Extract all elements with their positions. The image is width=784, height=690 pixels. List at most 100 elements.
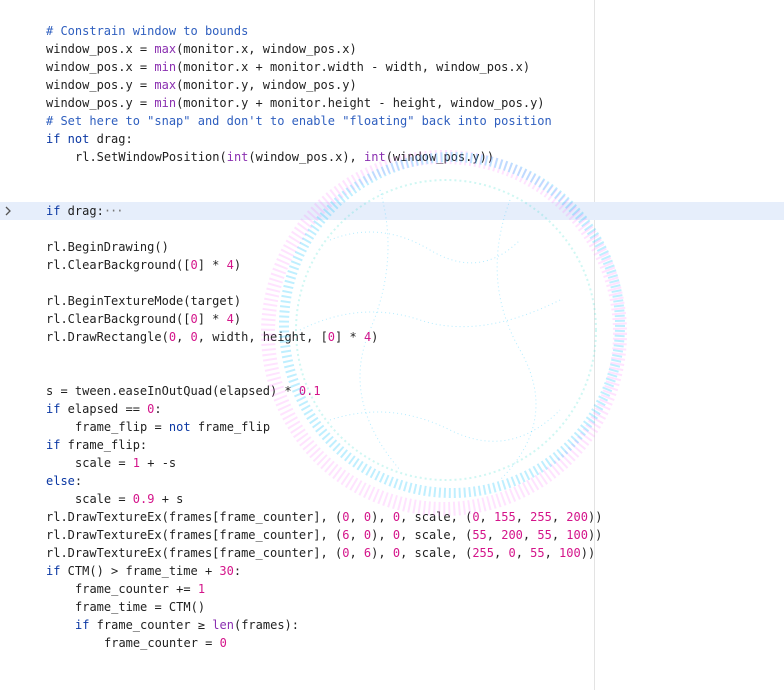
code-line[interactable]: rl.BeginDrawing() [0,238,784,256]
code-line[interactable]: if not drag: [0,130,784,148]
code-text: if elapsed == 0: [46,400,162,418]
code-line[interactable]: if drag:··· [0,202,784,220]
code-text: rl.DrawTextureEx(frames[frame_counter], … [46,508,602,526]
code-token: 4 [226,258,234,272]
code-token: 0 [327,330,336,344]
code-line[interactable]: rl.ClearBackground([0] * 4) [0,310,784,328]
code-token: 30 [219,564,234,578]
code-line[interactable]: rl.DrawRectangle(0, 0, width, height, [0… [0,328,784,346]
code-editor[interactable]: # Constrain window to bounds window_pos.x… [0,0,784,690]
code-line[interactable]: else: [0,472,784,490]
code-line[interactable] [0,166,784,184]
code-text: else: [46,472,82,490]
code-text: window_pos.x = max(monitor.x, window_pos… [46,40,357,58]
code-line[interactable] [0,364,784,382]
code-line[interactable]: if frame_flip: [0,436,784,454]
code-token: (frames): [233,618,299,632]
code-token: if [46,564,61,578]
code-token: elapsed == [60,402,148,416]
code-text: window_pos.y = min(monitor.y + monitor.h… [46,94,545,112]
code-token: rl.DrawTextureEx(frames[frame_counter], … [46,510,343,524]
code-token: , [544,546,560,560]
code-token: frame_counter += [75,582,198,596]
code-token: ] * [335,330,364,344]
code-token: 4 [226,312,234,326]
code-token: : [233,564,242,578]
code-token: int [226,150,249,164]
code-token: rl.SetWindowPosition( [75,150,227,164]
code-line[interactable]: rl.SetWindowPosition(int(window_pos.x), … [0,148,784,166]
code-line[interactable]: window_pos.x = min(monitor.x + monitor.w… [0,58,784,76]
code-line[interactable]: frame_time = CTM() [0,598,784,616]
code-text: frame_flip = not frame_flip [75,418,270,436]
code-token: 255 [530,510,552,524]
code-token: , scale, ( [400,546,473,560]
code-token: frame_counter = [104,636,220,650]
code-line[interactable]: # Set here to "snap" and don't to enable… [0,112,784,130]
code-token: if not [46,132,90,146]
code-token: CTM() > frame_time + [60,564,220,578]
code-line[interactable]: rl.DrawTextureEx(frames[frame_counter], … [0,526,784,544]
code-token: 55 [472,528,487,542]
code-line[interactable]: window_pos.x = max(monitor.x, window_pos… [0,40,784,58]
code-line[interactable]: rl.BeginTextureMode(target) [0,292,784,310]
code-token: ) [233,258,242,272]
code-token: window_pos.x = [46,60,155,74]
code-line[interactable]: scale = 0.9 + s [0,490,784,508]
code-line[interactable]: if frame_counter ≥ len(frames): [0,616,784,634]
code-token: # Set here to "snap" and don't to enable… [46,114,552,128]
code-token: (window_pos.x), [248,150,364,164]
code-token: (monitor.y, window_pos.y) [176,78,357,92]
code-line[interactable]: if CTM() > frame_time + 30: [0,562,784,580]
code-token: min [154,96,177,110]
code-token: , [551,510,567,524]
code-token: 100 [566,528,588,542]
code-token: if [46,402,61,416]
code-token: , scale, ( [400,528,473,542]
code-token: drag: [89,132,133,146]
code-token: , [515,510,531,524]
code-token: 100 [559,546,581,560]
code-line[interactable]: s = tween.easeInOutQuad(elapsed) * 0.1 [0,382,784,400]
code-token: 155 [494,510,516,524]
code-text: if not drag: [46,130,133,148]
code-line[interactable]: rl.DrawTextureEx(frames[frame_counter], … [0,544,784,562]
code-line[interactable]: frame_flip = not frame_flip [0,418,784,436]
code-token: rl.DrawRectangle( [46,330,169,344]
code-line[interactable]: # Constrain window to bounds [0,22,784,40]
code-text: if frame_counter ≥ len(frames): [75,616,299,634]
code-line[interactable] [0,274,784,292]
code-text: if frame_flip: [46,436,147,454]
code-line[interactable]: scale = 1 + -s [0,454,784,472]
code-token: int [364,150,386,164]
code-token: ), [371,510,393,524]
code-token: )) [587,510,603,524]
code-line[interactable]: if elapsed == 0: [0,400,784,418]
code-token: + -s [140,456,177,470]
chevron-right-icon[interactable] [2,202,14,220]
code-line[interactable]: frame_counter = 0 [0,634,784,652]
code-token: frame_flip: [60,438,148,452]
code-token: 200 [566,510,588,524]
code-token: 0 [190,258,198,272]
code-line[interactable]: window_pos.y = max(monitor.y, window_pos… [0,76,784,94]
code-token: len [212,618,234,632]
code-line[interactable]: window_pos.y = min(monitor.y + monitor.h… [0,94,784,112]
code-token: (window_pos.y)) [385,150,495,164]
code-token: , [522,528,538,542]
code-line[interactable] [0,184,784,202]
code-token: 0 [392,528,401,542]
code-line[interactable] [0,346,784,364]
code-token: 0 [168,330,177,344]
code-line[interactable] [0,220,784,238]
code-token: 1 [197,582,206,596]
code-token: )) [580,546,596,560]
code-text: rl.ClearBackground([0] * 4) [46,256,241,274]
code-token: # Constrain window to bounds [46,24,249,38]
code-token: rl.ClearBackground([ [46,312,191,326]
code-line[interactable]: rl.DrawTextureEx(frames[frame_counter], … [0,508,784,526]
code-line[interactable]: frame_counter += 1 [0,580,784,598]
code-line[interactable]: rl.ClearBackground([0] * 4) [0,256,784,274]
code-token: window_pos.y = [46,78,155,92]
code-token: , [551,528,567,542]
